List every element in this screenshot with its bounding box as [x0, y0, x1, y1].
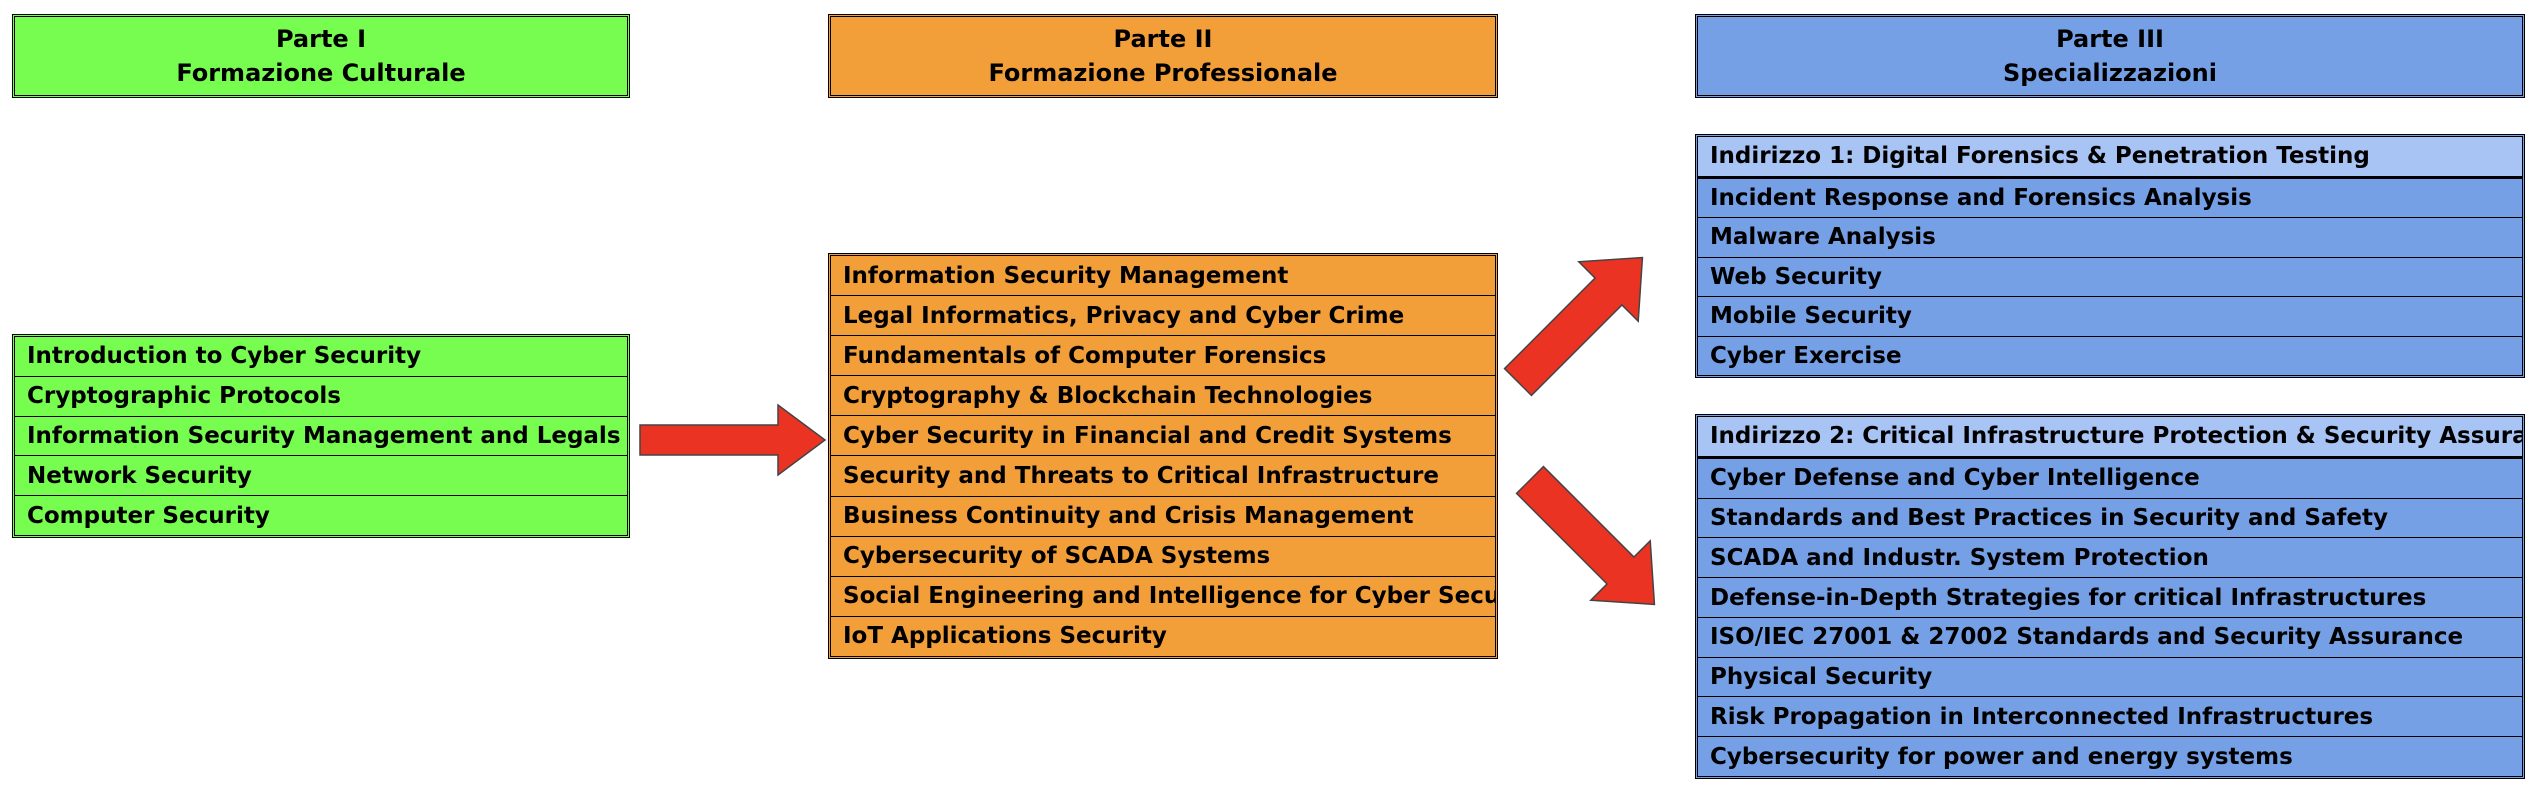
arrow-up-right-icon	[1503, 256, 1644, 397]
flow-arrows	[639, 256, 1656, 606]
arrow-down-right-icon	[1515, 465, 1656, 606]
arrow-right-icon	[639, 403, 827, 477]
